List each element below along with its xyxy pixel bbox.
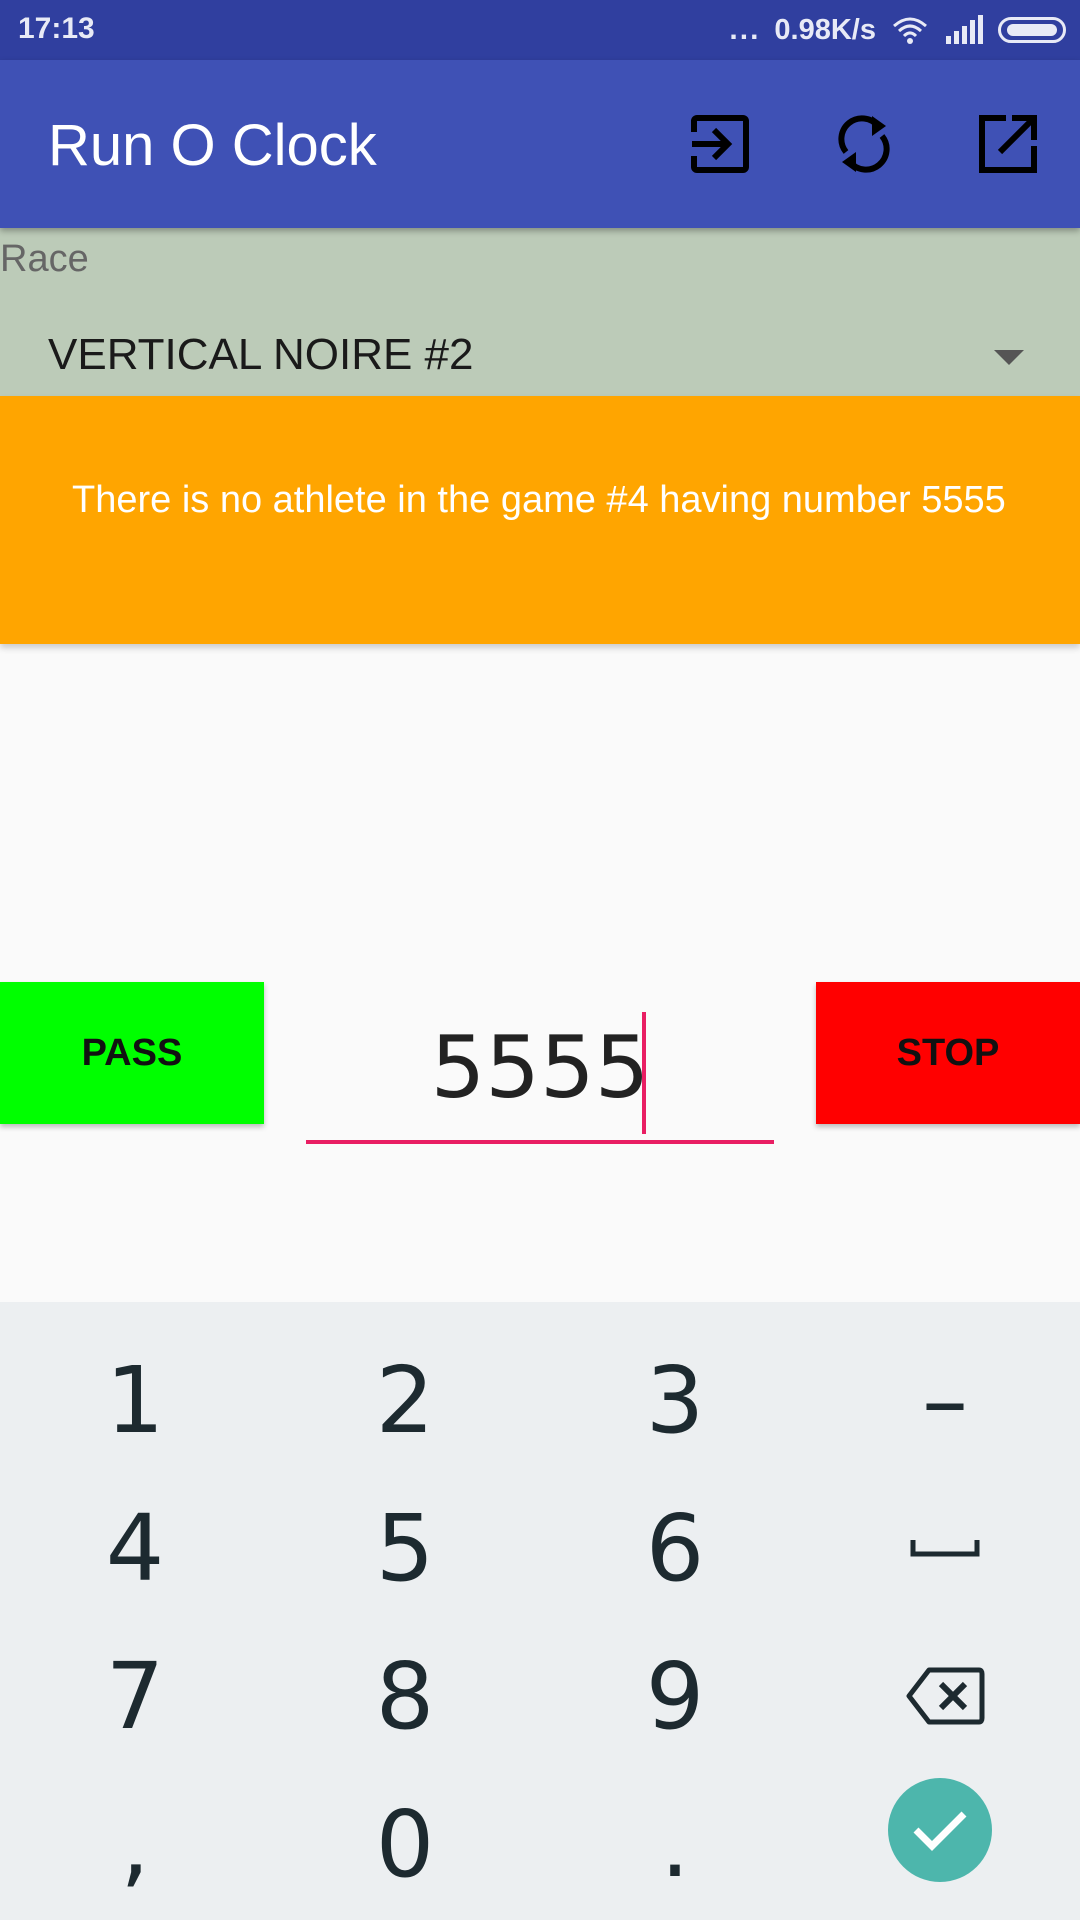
sync-icon[interactable]: [832, 112, 896, 176]
open-in-new-icon[interactable]: [976, 112, 1040, 176]
text-cursor: [642, 1012, 646, 1134]
key-dash[interactable]: –: [810, 1326, 1080, 1474]
app-bar: Run O Clock: [0, 60, 1080, 228]
key-backspace[interactable]: [810, 1622, 1080, 1770]
key-comma[interactable]: ,: [0, 1770, 270, 1918]
key-2[interactable]: 2: [270, 1326, 540, 1474]
status-dots: ...: [729, 13, 761, 46]
athlete-number-value: 5555: [430, 1018, 650, 1118]
key-4[interactable]: 4: [0, 1474, 270, 1622]
status-bar: 17:13 ... 0.98K/s: [0, 0, 1080, 60]
key-space[interactable]: [810, 1474, 1080, 1622]
status-right: ... 0.98K/s: [729, 10, 1066, 50]
dropdown-arrow-icon: [994, 350, 1024, 365]
app-title: Run O Clock: [48, 113, 377, 178]
race-label: Race: [0, 238, 89, 280]
key-6[interactable]: 6: [540, 1474, 810, 1622]
key-3[interactable]: 3: [540, 1326, 810, 1474]
signal-icon: [946, 15, 983, 44]
wifi-icon: [893, 17, 927, 44]
key-8[interactable]: 8: [270, 1622, 540, 1770]
exit-to-app-icon[interactable]: [688, 112, 752, 176]
key-7[interactable]: 7: [0, 1622, 270, 1770]
race-dropdown[interactable]: VERTICAL NOIRE #2: [0, 300, 1080, 396]
athlete-number-input[interactable]: 5555: [306, 1010, 774, 1144]
key-5[interactable]: 5: [270, 1474, 540, 1622]
key-0[interactable]: 0: [270, 1770, 540, 1918]
battery-icon: [998, 17, 1066, 43]
key-period[interactable]: .: [540, 1770, 810, 1918]
stop-button[interactable]: STOP: [816, 982, 1080, 1124]
key-1[interactable]: 1: [0, 1326, 270, 1474]
warning-banner: There is no athlete in the game #4 havin…: [0, 396, 1080, 644]
check-icon: [913, 1811, 967, 1851]
key-9[interactable]: 9: [540, 1622, 810, 1770]
pass-button[interactable]: PASS: [0, 982, 264, 1124]
race-selected-value: VERTICAL NOIRE #2: [48, 330, 474, 379]
status-time: 17:13: [18, 12, 95, 45]
space-icon: [910, 1540, 980, 1557]
warning-message: There is no athlete in the game #4 havin…: [72, 479, 1006, 521]
confirm-button[interactable]: [888, 1778, 992, 1882]
net-speed: 0.98K/s: [774, 13, 876, 46]
backspace-icon: [906, 1667, 985, 1725]
race-section: Race VERTICAL NOIRE #2: [0, 228, 1080, 396]
